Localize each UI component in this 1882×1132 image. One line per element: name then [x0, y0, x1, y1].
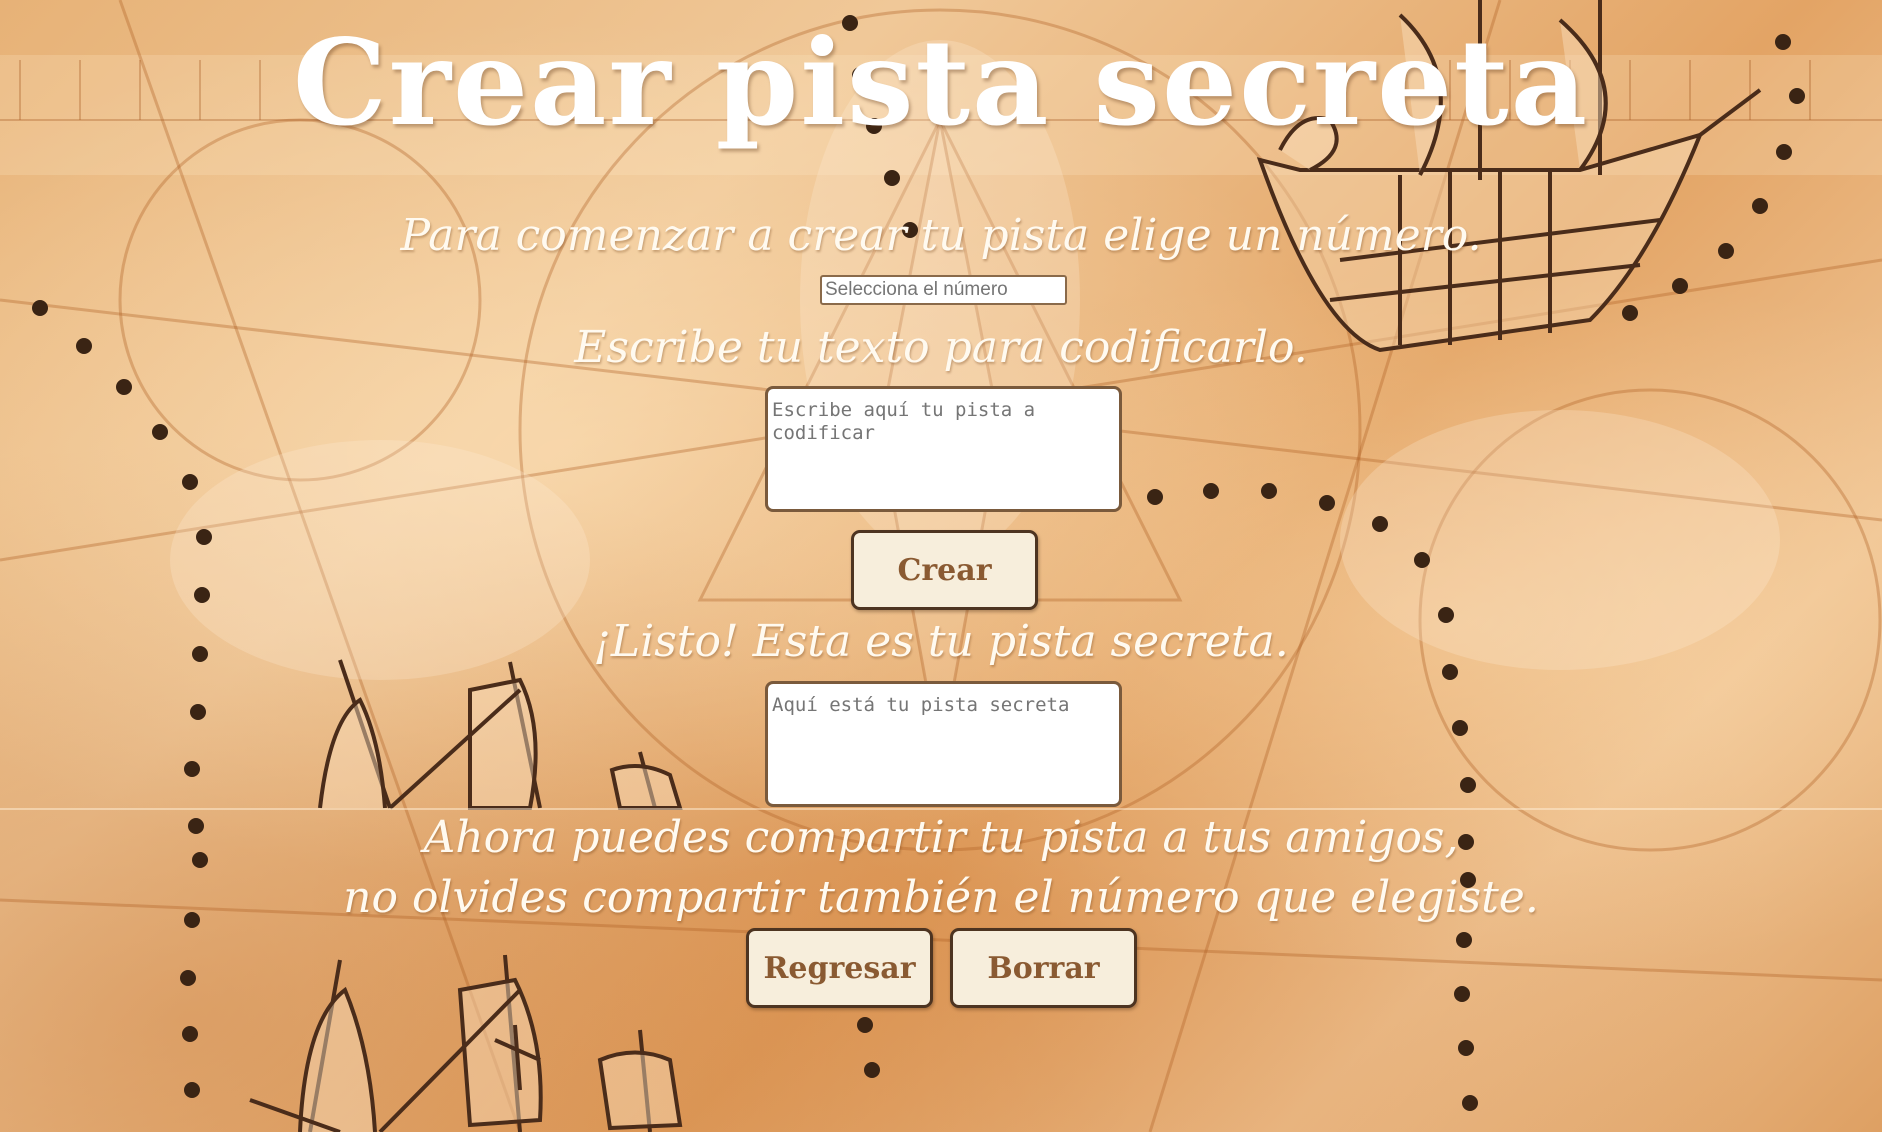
write-text-prompt: Escribe tu texto para codificarlo.: [574, 322, 1308, 373]
share-message-line-1: Ahora puedes compartir tu pista a tus am…: [423, 812, 1459, 863]
number-input[interactable]: [820, 275, 1067, 305]
result-heading: ¡Listo! Esta es tu pista secreta.: [593, 616, 1289, 667]
clue-text-input[interactable]: [765, 386, 1122, 512]
create-button[interactable]: Crear: [851, 530, 1038, 610]
back-button[interactable]: Regresar: [746, 928, 933, 1008]
clear-button[interactable]: Borrar: [950, 928, 1137, 1008]
secret-clue-output[interactable]: [765, 681, 1122, 807]
share-message-line-2: no olvides compartir también el número q…: [343, 872, 1539, 923]
choose-number-prompt: Para comenzar a crear tu pista elige un …: [400, 210, 1482, 261]
page-title: Crear pista secreta: [292, 13, 1590, 152]
